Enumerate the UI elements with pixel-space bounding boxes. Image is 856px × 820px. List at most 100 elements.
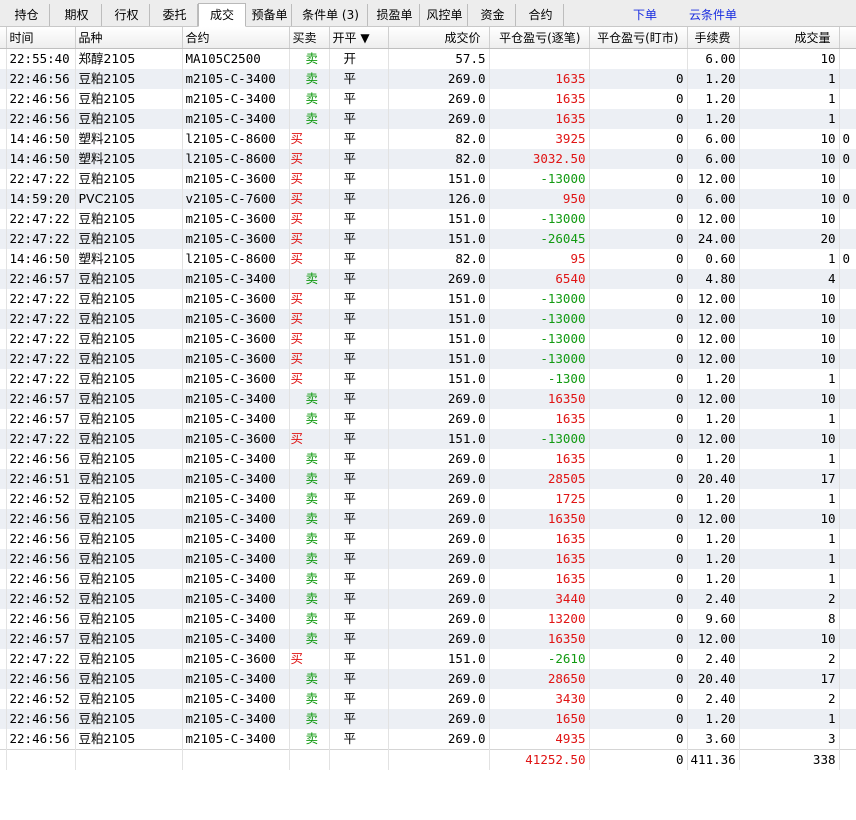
table-row[interactable]: 22:47:22 豆粕2105 m2105-C-3600 买平 151.0 -13000 0… — [0, 349, 856, 369]
cell-price: 269.0 — [388, 729, 490, 750]
header-pl-by-trade[interactable]: 平仓盈亏(逐笔) — [489, 27, 590, 49]
tab-exercise[interactable]: 行权 — [104, 4, 150, 26]
cell-product: 豆粕2105 — [75, 669, 183, 689]
tab-stop-orders[interactable]: 损盈单 — [370, 4, 420, 26]
cell-contract: m2105-C-3400 — [182, 529, 290, 549]
table-row[interactable]: 22:46:56 豆粕2105 m2105-C-3400 卖平 269.0 1635 0 1.… — [0, 549, 856, 569]
cell-product: 豆粕2105 — [75, 109, 183, 129]
cell-contract: m2105-C-3600 — [182, 289, 290, 309]
cell-time: 22:46:56 — [6, 569, 76, 589]
header-pl-mark-to-market[interactable]: 平仓盈亏(盯市) — [589, 27, 688, 49]
cell-time: 22:46:56 — [6, 69, 76, 89]
cell-fee: 2.40 — [687, 649, 740, 669]
tab-preorders[interactable]: 预备单 — [248, 4, 292, 26]
cell-pl-mark-to-market: 0 — [589, 129, 688, 149]
trade-records-window: 持仓 期权 行权 委托 成交 预备单 条件单 (3) 损盈单 风控单 资金 合约… — [0, 0, 856, 820]
cell-product: 豆粕2105 — [75, 209, 183, 229]
table-row[interactable]: 22:46:56 豆粕2105 m2105-C-3400 卖平 269.0 1635 0 1.… — [0, 69, 856, 89]
table-row[interactable]: 22:46:56 豆粕2105 m2105-C-3400 卖平 269.0 1650 0 1.… — [0, 709, 856, 729]
table-row[interactable]: 22:46:56 豆粕2105 m2105-C-3400 卖平 269.0 13200 0 9… — [0, 609, 856, 629]
table-row[interactable]: 22:46:56 豆粕2105 m2105-C-3400 卖平 269.0 1635 0 1.… — [0, 109, 856, 129]
cell-fee: 1.20 — [687, 69, 740, 89]
header-time[interactable]: 时间 — [6, 27, 76, 49]
header-price[interactable]: 成交价 — [388, 27, 490, 49]
place-order-link[interactable]: 下单 — [622, 4, 668, 26]
table-row[interactable]: 22:46:57 豆粕2105 m2105-C-3400 卖平 269.0 6540 0 4.… — [0, 269, 856, 289]
cloud-conditional-order-link[interactable]: 云条件单 — [682, 4, 744, 26]
cell-extra — [839, 689, 856, 709]
tab-trades[interactable]: 成交 — [198, 3, 246, 27]
table-row[interactable]: 22:46:56 豆粕2105 m2105-C-3400 卖平 269.0 1635 0 1.… — [0, 529, 856, 549]
tab-risk-orders[interactable]: 风控单 — [422, 4, 468, 26]
cell-volume: 1 — [739, 449, 840, 469]
table-row[interactable]: 22:47:22 豆粕2105 m2105-C-3600 买平 151.0 -13000 0… — [0, 289, 856, 309]
cell-price: 57.5 — [388, 48, 490, 69]
table-row[interactable]: 22:46:57 豆粕2105 m2105-C-3400 卖平 269.0 16350 0 1… — [0, 629, 856, 649]
cell-extra — [839, 109, 856, 129]
cell-contract: m2105-C-3400 — [182, 469, 290, 489]
tab-options[interactable]: 期权 — [52, 4, 102, 26]
table-row[interactable]: 22:46:56 豆粕2105 m2105-C-3400 卖平 269.0 16350 0 1… — [0, 509, 856, 529]
table-row[interactable]: 22:46:57 豆粕2105 m2105-C-3400 卖平 269.0 1635 0 1.… — [0, 409, 856, 429]
table-row[interactable]: 14:46:50 塑料2105 l2105-C-8600 买平 82.0 95 0 0.60 1… — [0, 249, 856, 269]
header-fee[interactable]: 手续费 — [687, 27, 740, 49]
cell-pl-by-trade: 1635 — [489, 89, 590, 109]
cell-side: 卖 — [289, 709, 330, 729]
table-row[interactable]: 22:46:52 豆粕2105 m2105-C-3400 卖平 269.0 3430 0 2.… — [0, 689, 856, 709]
table-row[interactable]: 14:46:50 塑料2105 l2105-C-8600 买平 82.0 3925 0 6.0… — [0, 129, 856, 149]
tab-orders[interactable]: 委托 — [152, 4, 198, 26]
cell-fee: 12.00 — [687, 289, 740, 309]
cell-pl-by-trade: 16350 — [489, 389, 590, 409]
cell-side: 买 — [289, 129, 330, 149]
table-row[interactable]: 22:46:56 豆粕2105 m2105-C-3400 卖平 269.0 28650 0 2… — [0, 669, 856, 689]
table-row[interactable]: 22:47:22 豆粕2105 m2105-C-3600 买平 151.0 -13000 0… — [0, 329, 856, 349]
cell-pl-mark-to-market: 0 — [589, 649, 688, 669]
cell-time: 22:46:56 — [6, 509, 76, 529]
table-row[interactable]: 22:47:22 豆粕2105 m2105-C-3600 买平 151.0 -1300 0 1… — [0, 369, 856, 389]
cell-extra — [839, 709, 856, 729]
cell-product: 豆粕2105 — [75, 329, 183, 349]
table-row[interactable]: 22:46:56 豆粕2105 m2105-C-3400 卖平 269.0 4935 0 3.… — [0, 729, 856, 750]
cell-pl-by-trade: 3032.50 — [489, 149, 590, 169]
cell-product: 豆粕2105 — [75, 369, 183, 389]
table-row[interactable]: 22:46:56 豆粕2105 m2105-C-3400 卖平 269.0 1635 0 1.… — [0, 89, 856, 109]
cell-volume: 2 — [739, 689, 840, 709]
header-volume[interactable]: 成交量 — [739, 27, 840, 49]
cell-pl-by-trade: 1635 — [489, 69, 590, 89]
cell-fee: 1.20 — [687, 369, 740, 389]
table-row[interactable]: 14:59:20 PVC2105 v2105-C-7600 买平 126.0 950 0 6.… — [0, 189, 856, 209]
table-row[interactable]: 22:46:56 豆粕2105 m2105-C-3400 卖平 269.0 1635 0 1.… — [0, 569, 856, 589]
table-row[interactable]: 22:46:51 豆粕2105 m2105-C-3400 卖平 269.0 28505 0 2… — [0, 469, 856, 489]
header-side[interactable]: 买卖 — [289, 27, 330, 49]
totals-empty-cell — [182, 749, 290, 770]
tab-contracts[interactable]: 合约 — [518, 4, 564, 26]
table-row[interactable]: 22:47:22 豆粕2105 m2105-C-3600 买平 151.0 -13000 0… — [0, 309, 856, 329]
header-product[interactable]: 品种 — [75, 27, 183, 49]
cell-open-close: 平 — [329, 209, 389, 229]
cell-contract: m2105-C-3400 — [182, 689, 290, 709]
table-row[interactable]: 22:47:22 豆粕2105 m2105-C-3600 买平 151.0 -13000 0… — [0, 429, 856, 449]
table-row[interactable]: 14:46:50 塑料2105 l2105-C-8600 买平 82.0 3032.50 0… — [0, 149, 856, 169]
table-row[interactable]: 22:47:22 豆粕2105 m2105-C-3600 买平 151.0 -13000 0… — [0, 169, 856, 189]
cell-fee: 12.00 — [687, 349, 740, 369]
cell-product: 豆粕2105 — [75, 729, 183, 750]
cell-pl-by-trade: 1635 — [489, 109, 590, 129]
table-row[interactable]: 22:46:56 豆粕2105 m2105-C-3400 卖平 269.0 1635 0 1.… — [0, 449, 856, 469]
cell-price: 151.0 — [388, 349, 490, 369]
header-contract[interactable]: 合约 — [182, 27, 290, 49]
table-row[interactable]: 22:47:22 豆粕2105 m2105-C-3600 买平 151.0 -13000 0… — [0, 209, 856, 229]
cell-product: 豆粕2105 — [75, 469, 183, 489]
cell-extra — [839, 649, 856, 669]
table-row[interactable]: 22:47:22 豆粕2105 m2105-C-3600 买平 151.0 -26045 0… — [0, 229, 856, 249]
table-row[interactable]: 22:46:52 豆粕2105 m2105-C-3400 卖平 269.0 1725 0 1.… — [0, 489, 856, 509]
tab-funds[interactable]: 资金 — [470, 4, 516, 26]
tab-conditional-orders[interactable]: 条件单 (3) — [294, 4, 368, 26]
table-row[interactable]: 22:46:52 豆粕2105 m2105-C-3400 卖平 269.0 3440 0 2.… — [0, 589, 856, 609]
header-open-close[interactable]: 开平 ▼ — [329, 27, 389, 49]
cell-time: 22:47:22 — [6, 309, 76, 329]
table-row[interactable]: 22:46:57 豆粕2105 m2105-C-3400 卖平 269.0 16350 0 1… — [0, 389, 856, 409]
table-row[interactable]: 22:55:40 郑醇2105 MA105C2500 卖开 57.5 6.00 10 — [0, 48, 856, 69]
tab-positions[interactable]: 持仓 — [4, 4, 50, 26]
cell-pl-mark-to-market: 0 — [589, 349, 688, 369]
table-row[interactable]: 22:47:22 豆粕2105 m2105-C-3600 买平 151.0 -2610 0 2… — [0, 649, 856, 669]
